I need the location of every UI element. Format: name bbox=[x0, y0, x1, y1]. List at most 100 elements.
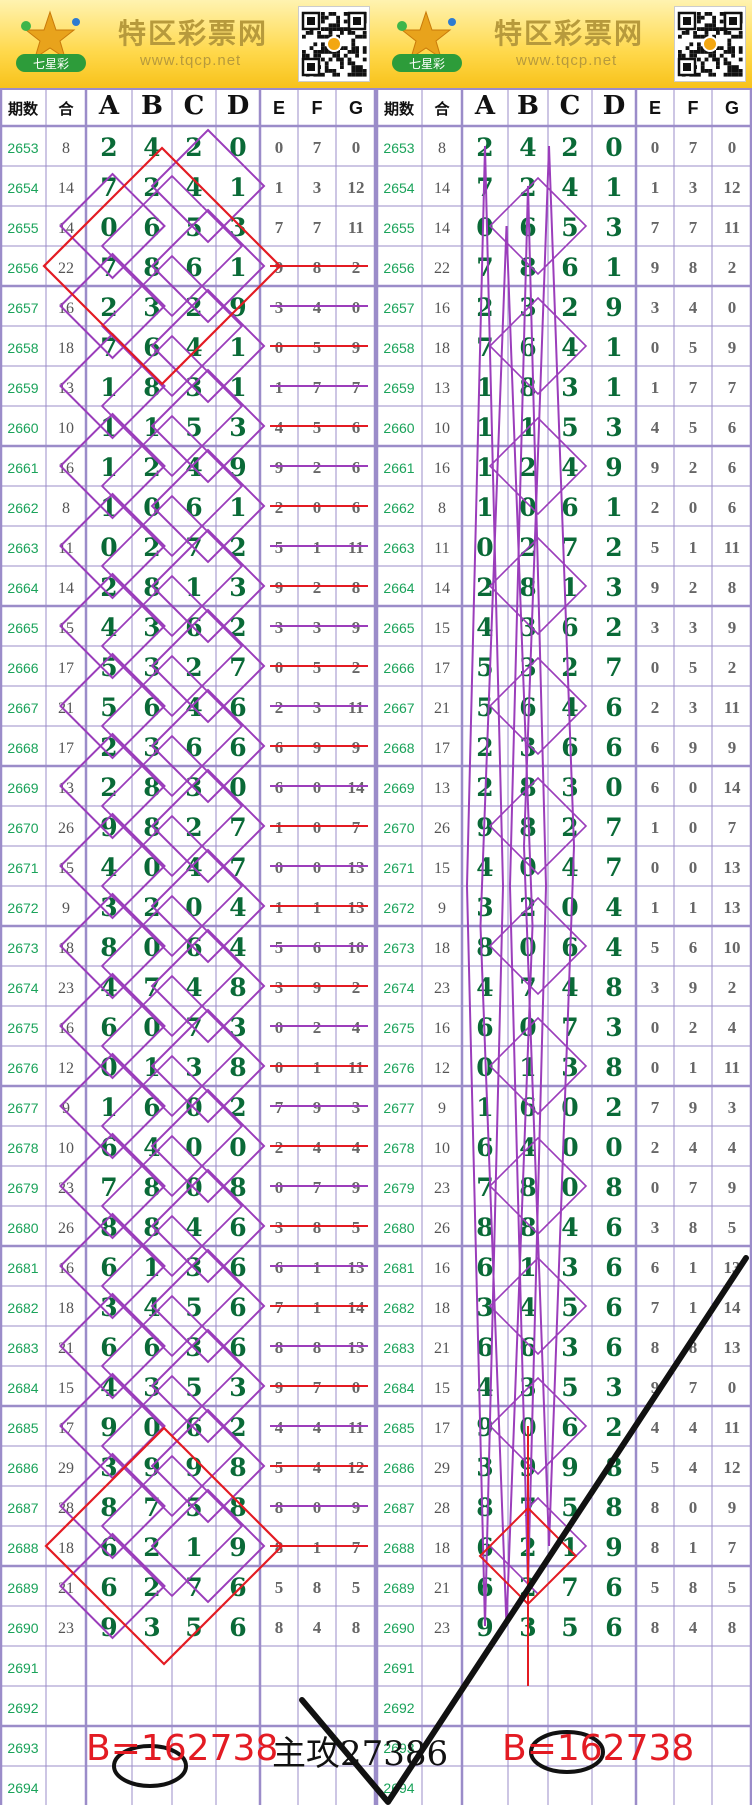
digit-E: 8 bbox=[275, 1538, 284, 1557]
digit-B: 8 bbox=[143, 1173, 160, 1202]
period-cell: 2655 bbox=[7, 220, 38, 236]
digit-D: 8 bbox=[229, 1053, 246, 1082]
sum-cell: 17 bbox=[58, 660, 74, 677]
period-cell: 2687 bbox=[383, 1500, 414, 1516]
digit-D: 7 bbox=[229, 853, 246, 882]
digit-F: 1 bbox=[313, 1258, 322, 1277]
digit-B: 2 bbox=[519, 453, 536, 482]
period-cell: 2686 bbox=[7, 1460, 38, 1476]
digit-E: 8 bbox=[275, 1618, 284, 1637]
digit-D: 3 bbox=[229, 213, 246, 242]
period-cell: 2674 bbox=[7, 980, 38, 996]
digit-F: 4 bbox=[689, 1418, 698, 1437]
digit-G: 14 bbox=[348, 1298, 366, 1317]
digit-E: 3 bbox=[275, 618, 284, 637]
digit-C: 4 bbox=[561, 333, 578, 362]
digit-B: 2 bbox=[143, 453, 160, 482]
digit-F: 1 bbox=[313, 1058, 322, 1077]
period-cell: 2663 bbox=[383, 540, 414, 556]
digit-G: 9 bbox=[728, 1178, 737, 1197]
digit-E: 0 bbox=[651, 138, 660, 157]
digit-D: 1 bbox=[605, 253, 622, 282]
digit-G: 2 bbox=[728, 258, 737, 277]
digit-B: 8 bbox=[143, 373, 160, 402]
digit-B: 7 bbox=[143, 1493, 160, 1522]
digit-B: 6 bbox=[143, 1333, 160, 1362]
digit-G: 2 bbox=[352, 978, 361, 997]
digit-F: 4 bbox=[313, 1138, 322, 1157]
digit-B: 8 bbox=[143, 253, 160, 282]
period-cell: 2673 bbox=[383, 940, 414, 956]
digit-E: 4 bbox=[651, 1418, 660, 1437]
data-grid: 期数合 A B C D E F G2653 8 2 4 2 0 0 7 02654 14 7 2 4 1 1 3 122655… bbox=[0, 88, 376, 1805]
digit-C: 5 bbox=[185, 413, 202, 442]
digit-D: 0 bbox=[605, 773, 622, 802]
digit-G: 6 bbox=[352, 458, 361, 477]
period-cell: 2689 bbox=[7, 1580, 38, 1596]
digit-A: 6 bbox=[476, 1533, 493, 1562]
digit-D: 6 bbox=[229, 1253, 246, 1282]
digit-F: 0 bbox=[689, 778, 698, 797]
digit-E: 5 bbox=[275, 1578, 284, 1597]
sum-cell: 23 bbox=[434, 1180, 450, 1197]
digit-A: 1 bbox=[476, 413, 493, 442]
digit-D: 2 bbox=[605, 1093, 622, 1122]
sum-cell: 14 bbox=[58, 580, 74, 597]
digit-C: 5 bbox=[561, 1613, 578, 1642]
sum-cell: 15 bbox=[434, 1380, 450, 1397]
digit-E: 2 bbox=[651, 498, 660, 517]
period-cell: 2672 bbox=[383, 900, 414, 916]
digit-F: 0 bbox=[689, 1498, 698, 1517]
digit-C: 3 bbox=[185, 373, 202, 402]
sum-cell: 8 bbox=[438, 500, 446, 517]
digit-C: 6 bbox=[185, 253, 202, 282]
sum-cell: 10 bbox=[58, 1140, 74, 1157]
sum-cell: 26 bbox=[58, 820, 74, 837]
digit-E: 3 bbox=[651, 618, 660, 637]
digit-B: 4 bbox=[143, 133, 160, 162]
sum-cell: 15 bbox=[58, 1380, 74, 1397]
period-cell: 2680 bbox=[383, 1220, 414, 1236]
digit-B: 1 bbox=[143, 1053, 160, 1082]
digit-C: 6 bbox=[185, 493, 202, 522]
period-cell: 2683 bbox=[383, 1340, 414, 1356]
digit-B: 2 bbox=[519, 533, 536, 562]
qr-code-icon bbox=[674, 6, 746, 82]
digit-A: 6 bbox=[476, 1333, 493, 1362]
digit-D: 9 bbox=[229, 1533, 246, 1562]
digit-B: 0 bbox=[519, 933, 536, 962]
digit-C: 4 bbox=[561, 173, 578, 202]
digit-A: 1 bbox=[476, 373, 493, 402]
digit-D: 0 bbox=[605, 133, 622, 162]
digit-B: 4 bbox=[143, 1293, 160, 1322]
digit-A: 1 bbox=[100, 493, 117, 522]
digit-G: 9 bbox=[352, 1178, 361, 1197]
qixingcai-logo-icon: 七星彩 bbox=[392, 10, 462, 72]
digit-A: 7 bbox=[100, 253, 117, 282]
sum-cell: 21 bbox=[58, 1580, 74, 1597]
digit-E: 4 bbox=[651, 418, 660, 437]
digit-G: 14 bbox=[724, 778, 742, 797]
period-cell: 2688 bbox=[7, 1540, 38, 1556]
period-cell: 2679 bbox=[383, 1180, 414, 1196]
digit-A: 6 bbox=[476, 1013, 493, 1042]
digit-B: 2 bbox=[519, 173, 536, 202]
digit-F: 3 bbox=[313, 698, 322, 717]
digit-D: 3 bbox=[605, 573, 622, 602]
digit-A: 6 bbox=[476, 1573, 493, 1602]
header-3: B bbox=[517, 91, 539, 121]
digit-A: 5 bbox=[100, 653, 117, 682]
digit-C: 2 bbox=[185, 293, 202, 322]
digit-G: 9 bbox=[728, 618, 737, 637]
period-cell: 2664 bbox=[383, 580, 414, 596]
digit-G: 9 bbox=[728, 1498, 737, 1517]
digit-G: 8 bbox=[352, 1618, 361, 1637]
qixingcai-logo-icon: 七星彩 bbox=[16, 10, 86, 72]
digit-G: 12 bbox=[348, 178, 365, 197]
digit-C: 4 bbox=[561, 1213, 578, 1242]
sum-cell: 14 bbox=[434, 220, 450, 237]
header-0: 期数 bbox=[384, 100, 415, 118]
digit-D: 3 bbox=[605, 1373, 622, 1402]
digit-G: 4 bbox=[728, 1018, 737, 1037]
sum-cell: 12 bbox=[434, 1060, 450, 1077]
